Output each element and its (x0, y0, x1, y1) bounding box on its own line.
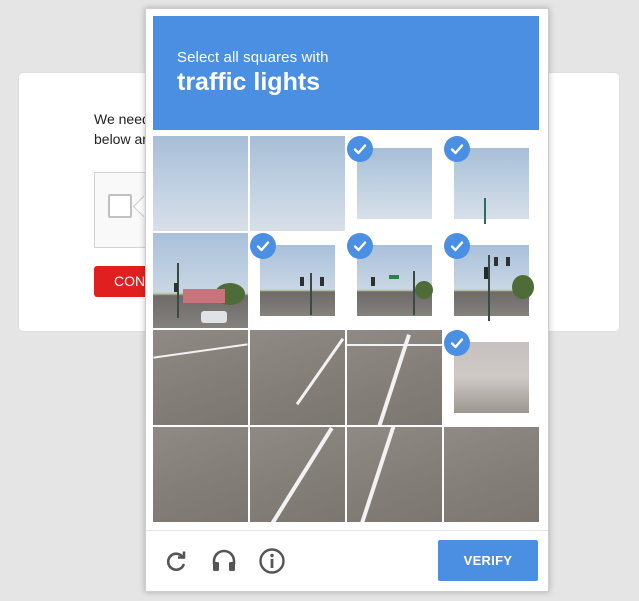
tile-16[interactable] (444, 427, 539, 522)
tile-11[interactable] (347, 330, 442, 425)
challenge-header: Select all squares with traffic lights (153, 16, 539, 130)
tile-13[interactable] (153, 427, 248, 522)
building (183, 289, 225, 303)
tile-image (153, 330, 248, 425)
image-grid (153, 136, 539, 523)
tile-image (347, 330, 442, 425)
check-icon (250, 233, 276, 259)
tile-9[interactable] (153, 330, 248, 425)
footer-divider (146, 530, 548, 531)
tile-5[interactable] (153, 233, 248, 328)
tile-15[interactable] (347, 427, 442, 522)
tile-image (153, 427, 248, 522)
street-sign (389, 275, 399, 279)
tile-image (444, 427, 539, 522)
tile-14[interactable] (250, 427, 345, 522)
reload-icon (166, 551, 186, 572)
challenge-target: traffic lights (177, 68, 321, 96)
check-icon (444, 233, 470, 259)
tile-3[interactable] (347, 136, 442, 231)
tile-6[interactable] (250, 233, 345, 328)
info-button[interactable] (257, 546, 287, 576)
headphones-icon (212, 549, 236, 571)
tile-image (250, 136, 345, 231)
info-icon (259, 548, 285, 574)
tile-image (153, 233, 248, 328)
verify-button[interactable]: VERIFY (438, 540, 538, 581)
tile-image (347, 427, 442, 522)
captcha-challenge-dialog: Select all squares with traffic lights V… (145, 8, 549, 592)
car (201, 311, 227, 323)
tile-4[interactable] (444, 136, 539, 231)
audio-challenge-button[interactable] (209, 546, 239, 576)
tile-12[interactable] (444, 330, 539, 425)
reload-button[interactable] (161, 546, 191, 576)
tile-image (153, 136, 248, 231)
tile-image (250, 330, 345, 425)
tile-1[interactable] (153, 136, 248, 231)
tile-2[interactable] (250, 136, 345, 231)
tile-7[interactable] (347, 233, 442, 328)
check-icon (347, 233, 373, 259)
captcha-checkbox[interactable] (108, 194, 132, 218)
tile-image (250, 427, 345, 522)
check-icon (347, 136, 373, 162)
check-icon (444, 136, 470, 162)
tile-8[interactable] (444, 233, 539, 328)
challenge-instruction: Select all squares with (177, 49, 329, 66)
tile-10[interactable] (250, 330, 345, 425)
check-icon (444, 330, 470, 356)
